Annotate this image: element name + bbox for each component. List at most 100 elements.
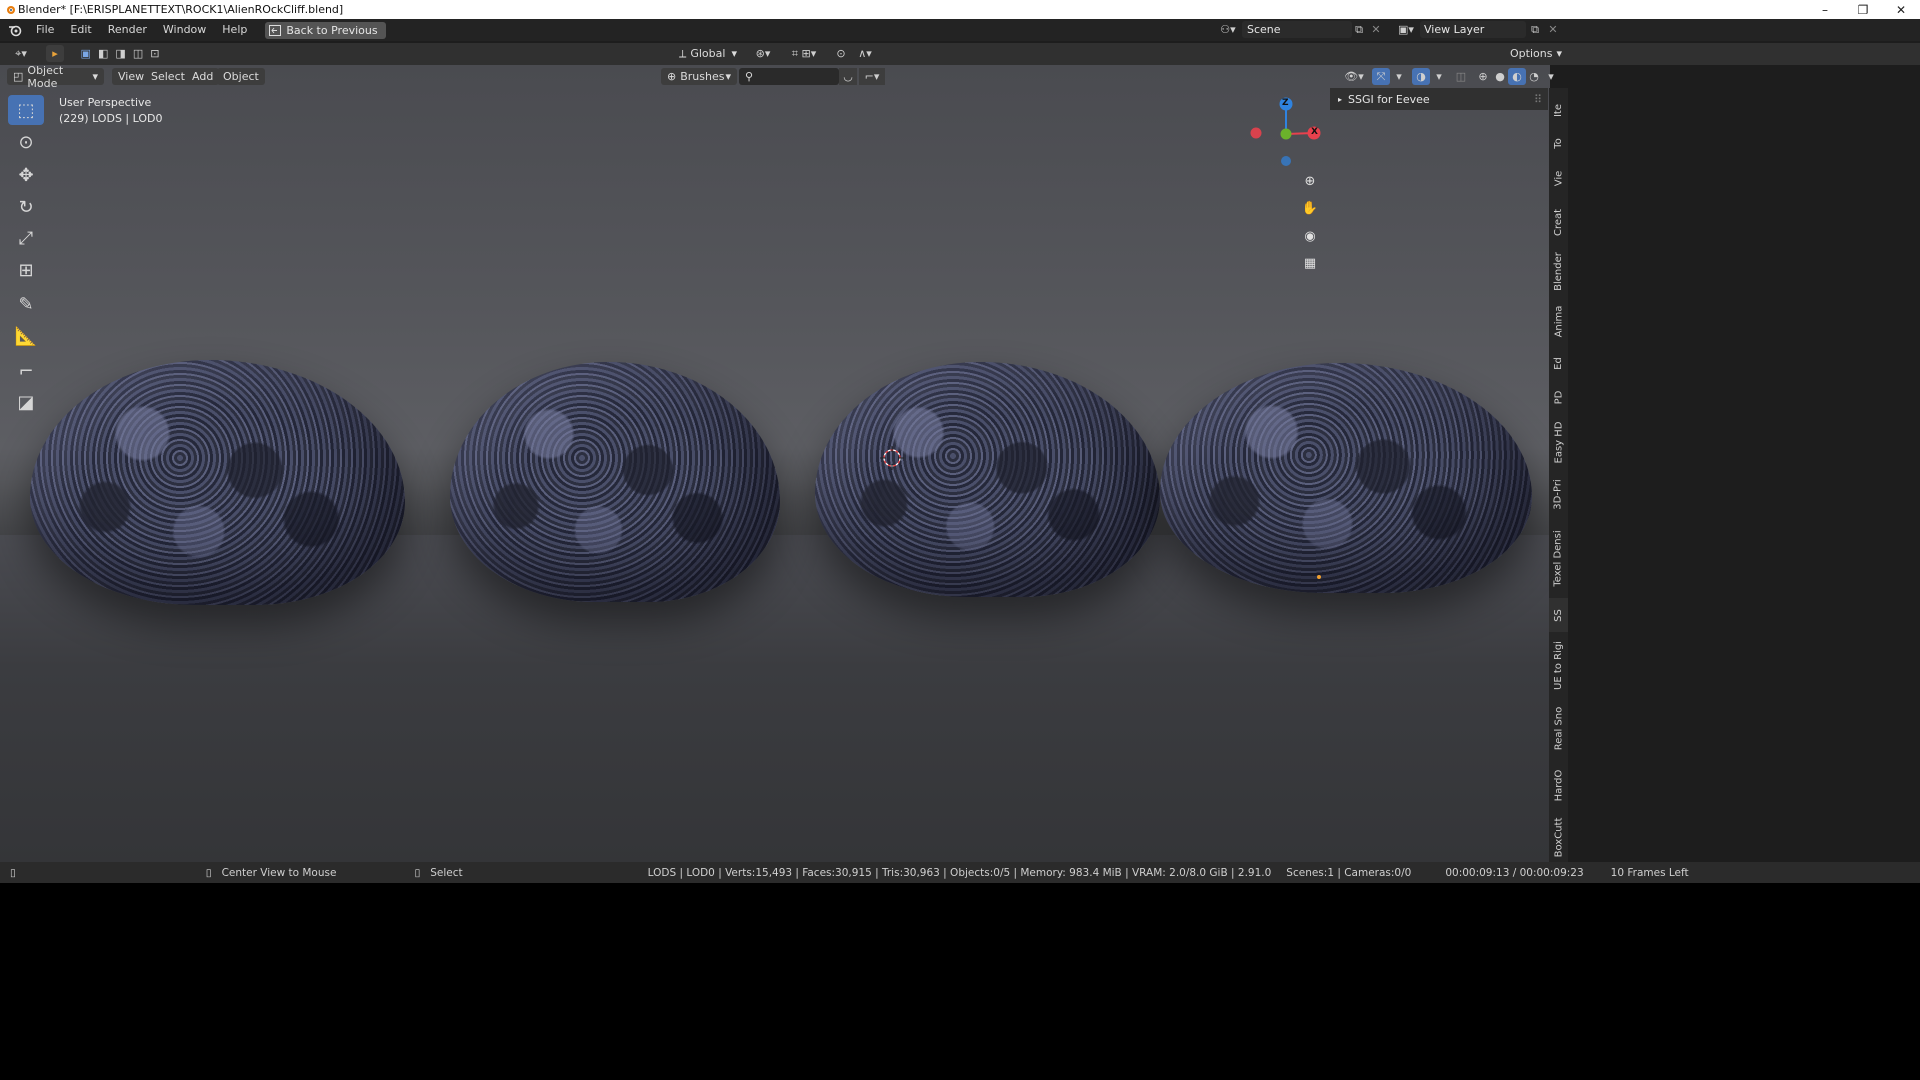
select-extend-icon[interactable]: ◧ (98, 47, 108, 60)
chevron-down-icon[interactable]: ▾ (1390, 68, 1408, 85)
tab-texel-density[interactable]: Texel Densi (1549, 520, 1568, 596)
back-to-previous-button[interactable]: Back to Previous (265, 21, 386, 39)
zoom-icon[interactable]: ⊕ (1298, 169, 1322, 193)
solid-shading-icon[interactable]: ● (1491, 68, 1509, 85)
tab-tool[interactable]: To (1549, 128, 1568, 158)
select-new-icon[interactable]: ▣ (81, 47, 91, 60)
close-button[interactable]: ✕ (1882, 0, 1920, 19)
visibility-icon[interactable]: 👁▾ (1340, 68, 1368, 85)
new-scene-icon[interactable]: ⧉ (1350, 21, 1368, 38)
active-tool-icon[interactable]: ▸ (46, 45, 64, 62)
menu-edit[interactable]: Edit (62, 19, 99, 41)
menu-render[interactable]: Render (100, 19, 155, 41)
menu-file[interactable]: File (28, 19, 62, 41)
menu-window[interactable]: Window (155, 19, 214, 41)
rock-object[interactable] (30, 360, 405, 605)
new-view-layer-icon[interactable]: ⧉ (1526, 21, 1544, 38)
annotate-tool-icon[interactable]: ✎ (8, 289, 44, 319)
pan-hand-icon[interactable]: ✋ (1298, 196, 1322, 220)
blender-menu-icon[interactable] (8, 23, 22, 37)
ortho-grid-icon[interactable]: ▦ (1298, 251, 1322, 275)
tab-real-snow[interactable]: Real Sno (1549, 698, 1568, 758)
menu-add[interactable]: Add (186, 68, 220, 85)
move-tool-icon[interactable]: ✥ (8, 160, 44, 190)
globe-icon: ⊕ (667, 70, 677, 83)
tab-hardops[interactable]: HardO (1549, 760, 1568, 810)
restore-button[interactable]: ❐ (1844, 0, 1882, 19)
tab-blender[interactable]: Blender (1549, 248, 1568, 294)
view-layer-icon[interactable]: ▣▾ (1394, 21, 1418, 38)
snap-icon[interactable]: ⌗ ⊞▾ (782, 45, 826, 62)
viewport-object-info: (229) LODS | LOD0 (59, 112, 163, 125)
select-subtract-icon[interactable]: ◨ (115, 47, 125, 60)
view-layer-field[interactable]: View Layer (1420, 21, 1526, 38)
minimize-button[interactable]: – (1806, 0, 1844, 19)
mode-dropdown[interactable]: ◰ Object Mode ▾ (7, 64, 104, 90)
camera-view-icon[interactable]: ◉ (1298, 224, 1322, 248)
chevron-down-icon[interactable]: ▾ (1542, 68, 1560, 85)
sidebar-panel-header[interactable]: ▸ SSGI for Eevee ⠿ (1330, 88, 1548, 110)
rotate-tool-icon[interactable]: ↻ (8, 192, 44, 222)
xray-icon[interactable]: ◫ (1452, 68, 1470, 85)
drag-handle-icon[interactable]: ⠿ (1534, 93, 1542, 106)
3d-viewport[interactable]: User Perspective (229) LODS | LOD0 Z X ⊕… (0, 65, 1550, 862)
add-cube-tool-icon[interactable]: ◪ (8, 387, 44, 417)
scale-tool-icon[interactable]: ⤢ (8, 223, 44, 253)
tab-edit[interactable]: Ed (1549, 348, 1568, 378)
select-invert-icon[interactable]: ◫ (133, 47, 143, 60)
tab-ue-to-rigify[interactable]: UE to Rigi (1549, 634, 1568, 696)
brushes-dropdown[interactable]: ⊕ Brushes ▾ (661, 68, 737, 85)
tab-easy-hd[interactable]: Easy HD (1549, 416, 1568, 468)
wireframe-shading-icon[interactable]: ⊕ (1474, 68, 1492, 85)
overlay-toggle-icon[interactable]: ◑ (1412, 68, 1430, 85)
scene-name-field[interactable]: Scene (1242, 21, 1352, 38)
select-box-tool-icon[interactable]: ⬚ (8, 95, 44, 125)
mouse-middle-icon: ▯ (205, 866, 212, 879)
stroke-icon[interactable]: ◡ (839, 68, 857, 85)
rock-object[interactable] (450, 362, 780, 602)
gizmo-toggle-icon[interactable]: ⤧ (1372, 68, 1390, 85)
transform-orientation-value: Global (690, 47, 726, 60)
cursor-tool-icon[interactable]: ⊙ (8, 127, 44, 157)
options-label: Options (1510, 47, 1553, 60)
mouse-icon: ▯ (10, 866, 16, 879)
measure-tool-icon[interactable]: 📐 (8, 321, 44, 351)
tool-header (0, 43, 1920, 65)
scene-selector-icon[interactable]: ⚇▾ (1216, 21, 1240, 38)
add-curve-tool-icon[interactable]: ⌐ (8, 356, 44, 386)
chevron-down-icon[interactable]: ▾ (1430, 68, 1448, 85)
material-shading-icon[interactable]: ◐ (1508, 68, 1526, 85)
chevron-down-icon: ▾ (92, 70, 98, 83)
tab-boxcutter[interactable]: BoxCutt (1549, 812, 1568, 862)
chevron-down-icon: ▾ (725, 70, 731, 83)
menu-object[interactable]: Object (217, 68, 265, 85)
delete-scene-icon[interactable]: ✕ (1367, 21, 1385, 38)
scene-stats: LODS | LOD0 | Verts:15,493 | Faces:30,91… (647, 866, 1272, 879)
transform-orientation-dropdown[interactable]: ⟂ Global ▾ (673, 45, 743, 62)
proportional-edit-icon[interactable]: ⊙ (832, 45, 850, 62)
rock-object[interactable] (1160, 363, 1532, 593)
3d-cursor-icon[interactable] (880, 446, 904, 470)
tab-ss[interactable]: SS (1549, 598, 1568, 632)
brush-search-input[interactable]: ⚲ (739, 68, 839, 85)
rendered-shading-icon[interactable]: ◔ (1525, 68, 1543, 85)
proportional-falloff-icon[interactable]: ∧▾ (852, 45, 878, 62)
tab-item[interactable]: Ite (1549, 94, 1568, 126)
delete-view-layer-icon[interactable]: ✕ (1544, 21, 1562, 38)
menu-select[interactable]: Select (145, 68, 191, 85)
tab-view[interactable]: Vie (1549, 160, 1568, 196)
editor-type-icon[interactable]: ⌖▾ (8, 45, 34, 62)
options-dropdown[interactable]: Options ▾ (1504, 45, 1568, 62)
brushes-label: Brushes (680, 70, 725, 83)
pivot-point-icon[interactable]: ⊛▾ (750, 45, 776, 62)
tab-animation[interactable]: Anima (1549, 296, 1568, 346)
tab-create[interactable]: Creat (1549, 198, 1568, 246)
selection-mode-icons[interactable]: ▣ ◧ ◨ ◫ ⊡ (77, 45, 163, 62)
select-intersect-icon[interactable]: ⊡ (150, 47, 159, 60)
transform-tool-icon[interactable]: ⊞ (8, 255, 44, 285)
curve-icon[interactable]: ⌐▾ (859, 68, 885, 85)
tab-pd[interactable]: PD (1549, 380, 1568, 414)
rock-object[interactable] (815, 362, 1160, 597)
menu-help[interactable]: Help (214, 19, 255, 41)
tab-3d-print[interactable]: 3D-Pri (1549, 470, 1568, 518)
